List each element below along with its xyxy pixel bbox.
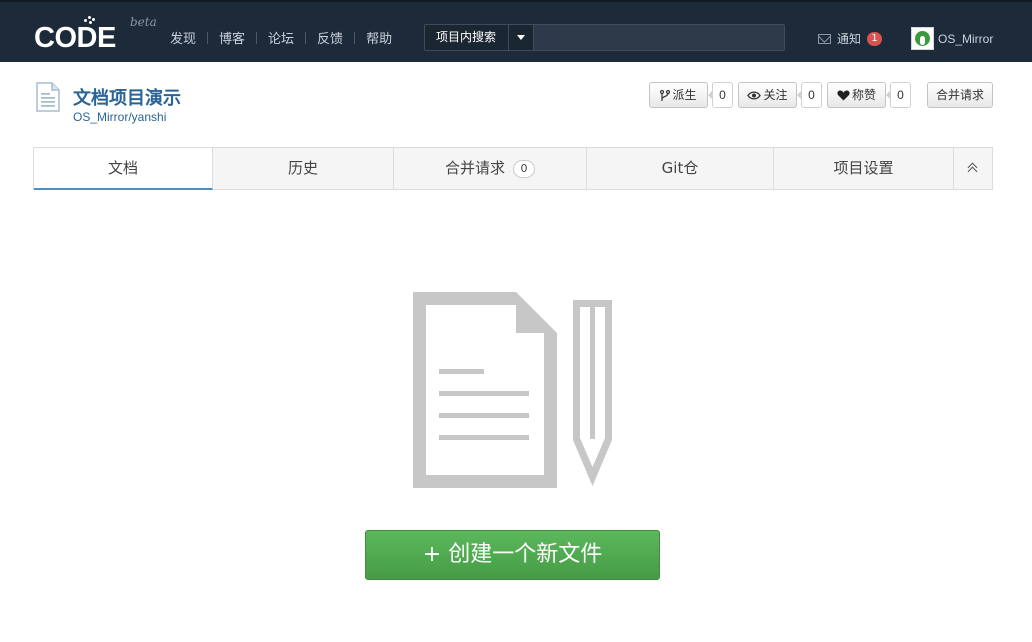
watch-button[interactable]: 关注: [738, 82, 797, 108]
tab-merge-requests[interactable]: 合并请求 0: [394, 148, 587, 189]
new-document-illustration-icon: [413, 292, 612, 488]
search-scope-button[interactable]: 项目内搜索: [425, 25, 509, 50]
document-icon: [36, 82, 60, 112]
tab-git-repo[interactable]: Git仓: [587, 148, 774, 189]
logo-beta: beta: [130, 15, 157, 29]
user-name: OS_Mirror: [938, 31, 994, 46]
nav-divider: [207, 31, 209, 44]
fork-icon: [660, 89, 671, 101]
star-button[interactable]: 称赞: [827, 82, 886, 108]
eye-icon: [747, 91, 762, 100]
nav-forum[interactable]: 论坛: [268, 28, 294, 47]
logo-text: CODE: [34, 22, 116, 54]
collapse-up-icon[interactable]: [954, 148, 992, 189]
nav-divider: [256, 31, 258, 44]
nav-divider: [305, 31, 307, 44]
mail-icon: [818, 33, 831, 44]
fork-label: 派生: [672, 88, 697, 102]
notifications-label: 通知: [837, 32, 862, 46]
heart-icon: [837, 90, 850, 101]
search-box: 项目内搜索: [424, 24, 785, 51]
fork-button[interactable]: 派生: [649, 82, 708, 108]
project-path[interactable]: OS_Mirror/yanshi: [73, 110, 166, 124]
nav-divider: [354, 31, 356, 44]
star-label: 称赞: [851, 88, 876, 102]
star-count[interactable]: 0: [886, 82, 911, 108]
nav-feedback[interactable]: 反馈: [317, 28, 343, 47]
fork-count[interactable]: 0: [708, 82, 733, 108]
user-menu[interactable]: OS_Mirror: [911, 27, 993, 50]
watch-count[interactable]: 0: [797, 82, 822, 108]
merge-request-button[interactable]: 合并请求: [927, 82, 993, 108]
merge-request-count-badge: 0: [513, 160, 535, 178]
watch-label: 关注: [763, 88, 788, 102]
top-navbar: CODE beta 发现 博客 论坛 反馈 帮助 项目内搜索 通知 1 OS_M…: [0, 0, 1032, 62]
notifications-count-badge: 1: [867, 31, 883, 46]
nav-discover[interactable]: 发现: [170, 28, 196, 47]
project-tabs: 文档 历史 合并请求 0 Git仓 项目设置: [33, 147, 993, 190]
tab-settings[interactable]: 项目设置: [774, 148, 954, 189]
notifications-link[interactable]: 通知 1: [818, 30, 883, 47]
logo[interactable]: CODE beta: [34, 15, 158, 54]
logo-dots-icon: [83, 16, 97, 28]
tab-merge-requests-label: 合并请求: [444, 159, 505, 177]
project-title[interactable]: 文档项目演示: [73, 84, 181, 110]
create-new-file-button[interactable]: + 创建一个新文件: [365, 530, 660, 580]
tab-docs[interactable]: 文档: [34, 148, 213, 190]
chevron-down-icon[interactable]: [509, 25, 534, 50]
nav-blog[interactable]: 博客: [219, 28, 245, 47]
main-nav: 发现 博客 论坛 反馈 帮助: [170, 28, 392, 47]
avatar: [911, 27, 934, 50]
nav-help[interactable]: 帮助: [366, 28, 392, 47]
tab-history[interactable]: 历史: [213, 148, 394, 189]
search-input[interactable]: [535, 25, 784, 50]
